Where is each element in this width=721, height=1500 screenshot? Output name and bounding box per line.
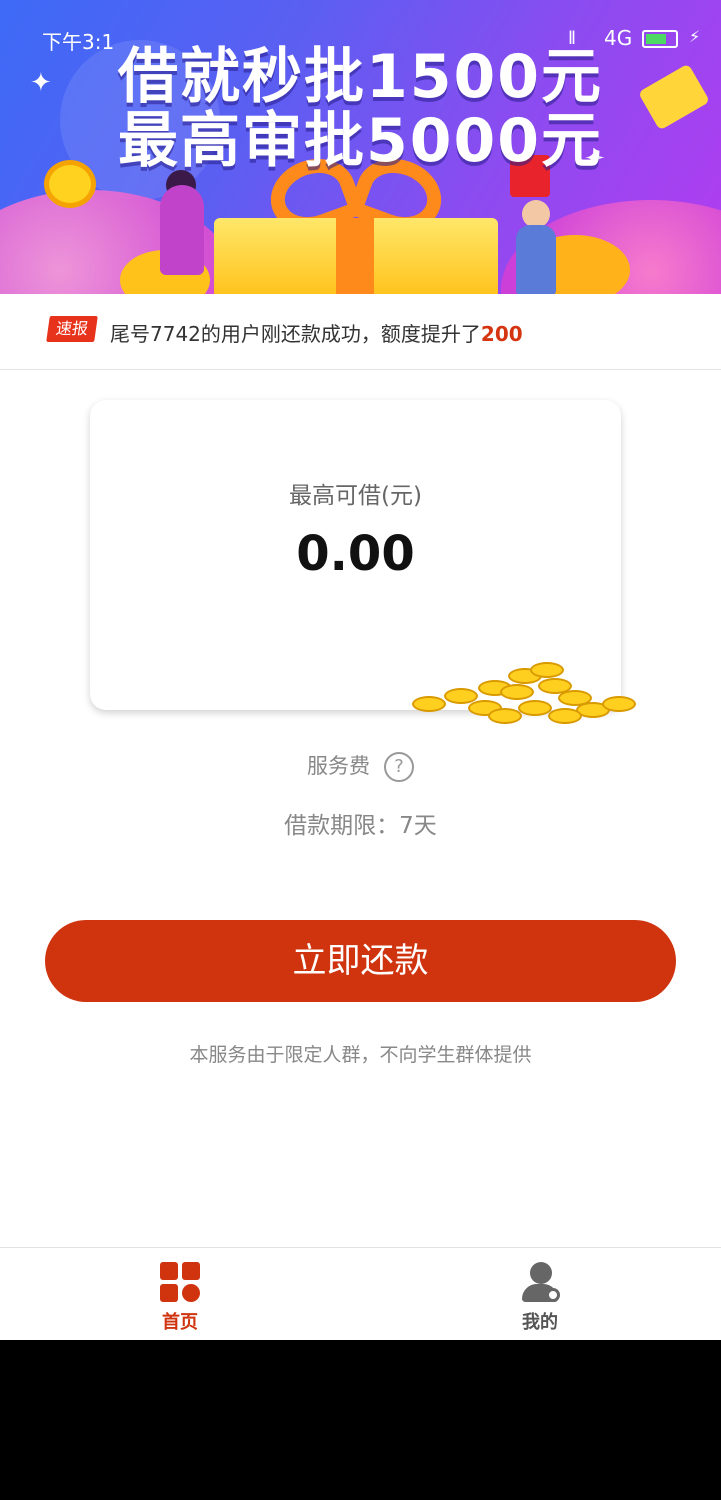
- loan-limit-label: 最高可借(元): [289, 483, 422, 509]
- disclaimer-text: 本服务由于限定人群，不向学生群体提供: [189, 1044, 532, 1066]
- bottom-tab-bar: 首页 我的: [0, 1247, 721, 1340]
- tab-mine[interactable]: 我的: [440, 1248, 640, 1340]
- signal-icon: ll: [568, 28, 576, 49]
- user-profile-icon: [520, 1262, 560, 1302]
- ticker-highlight: 200: [480, 322, 523, 346]
- repay-now-button[interactable]: 立即还款: [45, 920, 676, 1002]
- loan-term: 借款期限：7天: [284, 813, 437, 839]
- ticker-message: 尾号7742的用户刚还款成功，额度提升了200: [110, 322, 523, 346]
- help-icon[interactable]: ?: [384, 752, 414, 782]
- loan-limit-amount: 0.00: [296, 526, 415, 582]
- service-fee-row: 服务费?: [0, 750, 721, 782]
- app-screen: ✦ ✦ 借就秒批1500元 最高审批5000元 下午3:1 ll 4G ⚡ 速报…: [0, 0, 721, 1340]
- banner-headline-2: 最高审批5000元: [118, 106, 603, 176]
- coins-illustration: [408, 660, 638, 730]
- man-illustration: [516, 225, 556, 294]
- status-time: 下午3:1: [42, 30, 115, 54]
- woman-illustration: [160, 185, 204, 275]
- ticker-badge: 速报: [46, 316, 98, 342]
- news-ticker: 速报 尾号7742的用户刚还款成功，额度提升了200: [0, 294, 721, 370]
- tab-home-label: 首页: [162, 1312, 198, 1333]
- home-grid-icon: [160, 1262, 200, 1302]
- status-bar: 下午3:1 ll 4G ⚡: [0, 24, 721, 54]
- battery-icon: [642, 30, 678, 48]
- service-fee-label: 服务费: [307, 754, 370, 778]
- tab-mine-label: 我的: [522, 1312, 558, 1333]
- network-type: 4G: [604, 26, 633, 50]
- tab-home[interactable]: 首页: [80, 1248, 280, 1340]
- charging-icon: ⚡: [689, 27, 701, 46]
